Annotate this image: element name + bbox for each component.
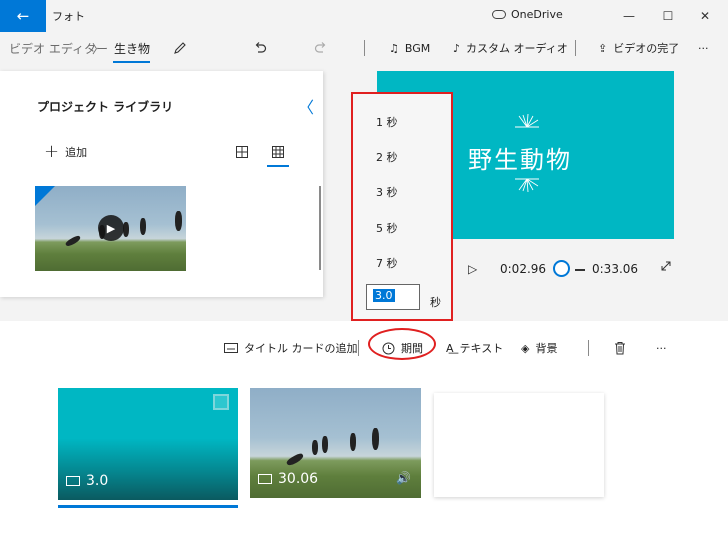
text-label: テキスト	[459, 342, 504, 355]
preview-title-text: 野生動物	[468, 146, 572, 174]
trash-icon	[615, 342, 625, 355]
text-button[interactable]: A͟ テキスト	[446, 340, 503, 356]
storyboard-more-button[interactable]: ···	[656, 340, 667, 356]
custom-duration-input[interactable]: 3.0	[366, 284, 420, 310]
collapse-chevron-icon[interactable]: 〈	[298, 94, 314, 118]
audio-speaker-icon[interactable]: 🔊	[396, 471, 411, 485]
card-select-checkbox[interactable]	[213, 394, 229, 410]
duration-option-1s[interactable]: 1 秒	[376, 114, 398, 130]
background-button[interactable]: ◈ 背景	[521, 340, 557, 356]
custom-audio-button[interactable]: ♪ カスタム オーディオ	[453, 37, 568, 59]
seek-slider-thumb[interactable]	[553, 260, 570, 277]
custom-audio-label: カスタム オーディオ	[466, 42, 568, 55]
title-card-icon	[224, 343, 238, 353]
large-grid-view-icon[interactable]	[235, 145, 249, 159]
maximize-button[interactable]: ☐	[650, 0, 686, 32]
cloud-icon	[492, 10, 506, 19]
onedrive-label: OneDrive	[511, 8, 563, 21]
toolbar-divider	[575, 40, 576, 56]
finish-video-label: ビデオの完了	[613, 42, 680, 55]
text-icon: A͟	[446, 341, 454, 355]
play-icon[interactable]: ▶	[98, 215, 124, 241]
duration-option-7s[interactable]: 7 秒	[376, 255, 398, 271]
background-label: 背景	[535, 342, 558, 355]
storyboard-toolbar-divider	[358, 340, 359, 356]
add-media-label: 追加	[65, 146, 88, 159]
title-card-duration: 3.0	[66, 473, 108, 489]
bird-image	[350, 433, 356, 451]
bird-image	[322, 436, 328, 453]
bird-image	[140, 218, 146, 235]
title-card-duration-value: 3.0	[86, 473, 109, 489]
fullscreen-expand-icon[interactable]	[660, 260, 672, 275]
add-media-button[interactable]: + 追加	[44, 141, 88, 162]
bird-image	[372, 428, 379, 450]
plus-icon: +	[44, 141, 60, 162]
video-clip-duration: 30.06	[258, 471, 318, 487]
bgm-button[interactable]: ♫ BGM	[389, 37, 430, 59]
title-card-icon	[66, 476, 80, 486]
total-time: 0:33.06	[592, 262, 639, 276]
add-title-card-button[interactable]: タイトル カードの追加	[224, 340, 358, 356]
bgm-label: BGM	[404, 41, 431, 55]
decorative-flourish-icon	[513, 113, 541, 135]
duration-unit-label: 秒	[430, 296, 441, 309]
undo-icon[interactable]	[248, 37, 272, 59]
app-title: フォト	[52, 10, 85, 23]
music-note-icon: ♫	[389, 41, 399, 55]
redo-icon[interactable]	[309, 37, 333, 59]
export-share-icon: ⇪	[598, 41, 608, 55]
toolbar-divider	[364, 40, 365, 56]
storyboard-empty-slot[interactable]	[434, 393, 604, 497]
current-time: 0:02.96	[500, 262, 547, 276]
seek-slider-track[interactable]	[575, 269, 585, 271]
breadcrumb-separator: 〉	[92, 42, 105, 56]
view-selected-underline	[267, 165, 289, 167]
add-title-card-label: タイトル カードの追加	[244, 342, 358, 355]
storyboard-toolbar-divider	[588, 340, 589, 356]
bird-image	[175, 211, 182, 231]
library-scrollbar[interactable]	[319, 186, 321, 270]
paint-bucket-icon: ◈	[521, 341, 530, 355]
person-audio-icon: ♪	[453, 41, 461, 55]
custom-duration-value: 3.0	[373, 289, 395, 302]
finish-video-button[interactable]: ⇪ ビデオの完了	[598, 37, 679, 59]
back-arrow-icon: ←	[16, 7, 30, 25]
duration-button-highlight	[368, 328, 436, 360]
more-options-button[interactable]: ···	[698, 37, 709, 59]
used-in-project-badge	[35, 186, 55, 206]
onedrive-status[interactable]: OneDrive	[492, 8, 563, 21]
decorative-flourish-icon	[513, 175, 541, 197]
duration-option-2s[interactable]: 2 秒	[376, 149, 398, 165]
video-clip-duration-value: 30.06	[278, 471, 319, 487]
duration-option-5s[interactable]: 5 秒	[376, 220, 398, 236]
back-button[interactable]: ←	[0, 0, 46, 32]
video-clip-icon	[258, 474, 272, 484]
duration-option-3s[interactable]: 3 秒	[376, 184, 398, 200]
project-name-underline	[113, 61, 150, 63]
play-pause-button[interactable]: ▷	[468, 262, 477, 276]
library-title: プロジェクト ライブラリ	[37, 100, 174, 114]
selected-card-underline	[58, 505, 238, 508]
minimize-button[interactable]: —	[611, 0, 647, 32]
delete-button[interactable]	[614, 340, 626, 356]
small-grid-view-icon[interactable]	[271, 145, 285, 159]
rename-pencil-icon[interactable]	[168, 37, 192, 59]
bird-image	[312, 440, 318, 455]
project-name[interactable]: 生き物	[114, 40, 150, 57]
close-button[interactable]: ✕	[687, 0, 723, 32]
